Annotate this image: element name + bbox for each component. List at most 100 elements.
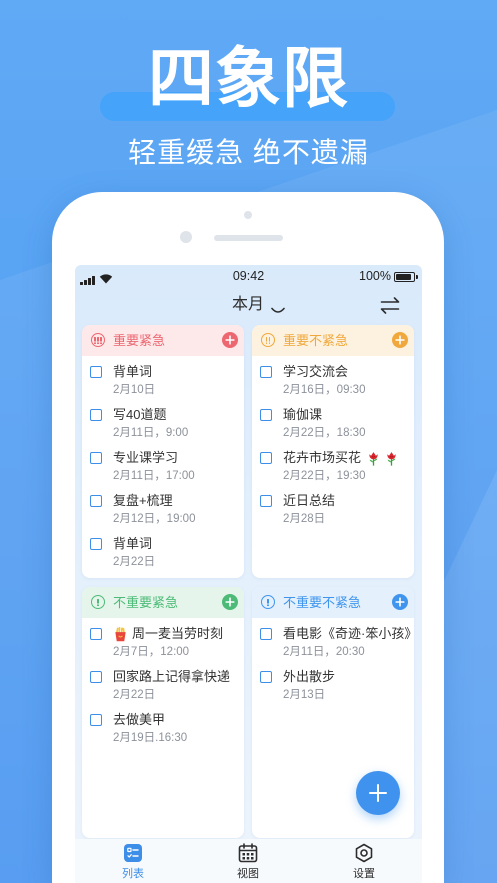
tab-label: 视图: [237, 868, 259, 880]
task-date: 2月22日，18:30: [283, 427, 366, 439]
task-title: 专业课学习: [113, 449, 244, 467]
exclamation-circle-icon: [261, 595, 275, 609]
task-title-text: 写40道题: [113, 407, 167, 422]
promo-title: 四象限: [148, 41, 349, 115]
task-title: 花卉市场买花: [283, 449, 414, 467]
task-item[interactable]: 复盘+梳理 2月12日，19:00: [82, 492, 244, 535]
task-checkbox[interactable]: [90, 538, 102, 550]
task-checkbox[interactable]: [90, 628, 102, 640]
exclamation-circle-icon: [91, 333, 105, 347]
quadrant-header: 重要紧急: [82, 325, 244, 356]
quadrant-not-important-urgent: 不重要紧急 周一麦当劳时刻 2月7日，12:00 回家路上记得拿快递 2月22日 去做美…: [82, 587, 244, 838]
quadrant-header: 不重要紧急: [82, 587, 244, 618]
quadrant-title: 不重要紧急: [113, 595, 179, 610]
task-item[interactable]: 背单词 2月22日: [82, 535, 244, 578]
task-title: 近日总结: [283, 492, 414, 510]
task-checkbox[interactable]: [260, 495, 272, 507]
promo-subtitle: 轻重缓急 绝不遗漏: [128, 137, 369, 168]
task-checkbox[interactable]: [260, 366, 272, 378]
task-checkbox[interactable]: [260, 671, 272, 683]
task-date: 2月10日: [113, 384, 156, 396]
task-checkbox[interactable]: [90, 495, 102, 507]
task-list: 看电影《奇迹·笨小孩》 2月11日，20:30 外出散步 2月13日: [252, 618, 414, 711]
task-item[interactable]: 背单词 2月10日: [82, 363, 244, 406]
task-checkbox[interactable]: [90, 452, 102, 464]
task-title-text: 外出散步: [283, 669, 336, 684]
task-checkbox[interactable]: [90, 366, 102, 378]
task-title-text: 去做美甲: [113, 712, 166, 727]
task-title: 回家路上记得拿快递: [113, 668, 244, 686]
task-item[interactable]: 瑜伽课 2月22日，18:30: [252, 406, 414, 449]
task-checkbox[interactable]: [260, 409, 272, 421]
task-checkbox[interactable]: [90, 714, 102, 726]
task-list: 周一麦当劳时刻 2月7日，12:00 回家路上记得拿快递 2月22日 去做美甲 2月19日…: [82, 618, 244, 754]
exclamation-mark: [100, 336, 102, 344]
add-task-button[interactable]: [222, 594, 238, 610]
add-task-button[interactable]: [392, 332, 408, 348]
exclamation-mark: [97, 598, 99, 606]
exclamation-mark: [265, 336, 268, 344]
task-title-text: 看电影《奇迹·笨小孩》: [283, 626, 414, 641]
task-title-text: 背单词: [113, 536, 153, 551]
task-title-text: 瑜伽课: [283, 407, 323, 422]
task-date: 2月22日: [113, 556, 156, 568]
task-title: 看电影《奇迹·笨小孩》: [283, 625, 414, 643]
quadrant-title: 不重要不紧急: [283, 595, 362, 610]
tab-label: 设置: [353, 868, 375, 880]
exclamation-circle-icon: [261, 333, 275, 347]
task-list: 背单词 2月10日写40道题 2月11日，9:00 专业课学习 2月11日，17:00 复…: [82, 356, 244, 578]
task-item[interactable]: 周一麦当劳时刻 2月7日，12:00: [82, 625, 244, 668]
task-item[interactable]: 去做美甲 2月19日.16:30: [82, 711, 244, 754]
task-title: 复盘+梳理: [113, 492, 244, 510]
exclamation-mark: [268, 336, 271, 344]
tab-view[interactable]: 视图: [218, 839, 278, 883]
quadrant-title: 重要不紧急: [283, 333, 349, 348]
period-selector[interactable]: 本月: [232, 295, 264, 315]
task-title: 背单词: [113, 363, 244, 381]
task-title-text: 复盘+梳理: [113, 493, 173, 508]
task-title-text: 近日总结: [283, 493, 336, 508]
task-title: 背单词: [113, 535, 244, 553]
task-item[interactable]: 看电影《奇迹·笨小孩》 2月11日，20:30: [252, 625, 414, 668]
task-title: 写40道题: [113, 406, 244, 424]
task-checkbox[interactable]: [90, 671, 102, 683]
task-checkbox[interactable]: [260, 628, 272, 640]
quadrant-header: 重要不紧急: [252, 325, 414, 356]
rose-icon: [366, 451, 381, 466]
swap-arrows-icon[interactable]: [380, 297, 400, 314]
task-item[interactable]: 回家路上记得拿快递 2月22日: [82, 668, 244, 711]
quadrant-title: 重要紧急: [113, 333, 166, 348]
task-item[interactable]: 花卉市场买花 2月22日，19:30: [252, 449, 414, 492]
quadrant-grid: 重要紧急 背单词 2月10日写40道题 2月11日，9:00 专业课学习 2月11日，1…: [82, 325, 414, 838]
plus-circle-icon: [222, 332, 238, 348]
task-date: 2月7日，12:00: [113, 646, 190, 658]
task-title-text: 回家路上记得拿快递: [113, 669, 231, 684]
task-date: 2月11日，17:00: [113, 470, 195, 482]
task-item[interactable]: 写40道题 2月11日，9:00: [82, 406, 244, 449]
task-item[interactable]: 学习交流会 2月16日，09:30: [252, 363, 414, 406]
task-title: 外出散步: [283, 668, 414, 686]
task-item[interactable]: 专业课学习 2月11日，17:00: [82, 449, 244, 492]
exclamation-circle-icon: [91, 595, 105, 609]
task-date: 2月11日，20:30: [283, 646, 365, 658]
task-title-text: 周一麦当劳时刻: [132, 626, 224, 641]
task-item[interactable]: 近日总结 2月28日: [252, 492, 414, 535]
plus-circle-icon: [392, 332, 408, 348]
add-task-button[interactable]: [222, 332, 238, 348]
list-icon: [123, 843, 143, 863]
tab-settings[interactable]: 设置: [334, 839, 394, 883]
task-title: 周一麦当劳时刻: [113, 625, 244, 643]
task-title: 去做美甲: [113, 711, 244, 729]
chevron-down-icon[interactable]: [271, 302, 285, 320]
add-task-fab[interactable]: [356, 771, 400, 815]
add-task-button[interactable]: [392, 594, 408, 610]
task-item[interactable]: 外出散步 2月13日: [252, 668, 414, 711]
tab-label: 列表: [122, 868, 144, 880]
calendar-icon: [238, 843, 258, 863]
task-title: 学习交流会: [283, 363, 414, 381]
tab-bar: 列表 视图 设置: [75, 839, 422, 883]
task-checkbox[interactable]: [90, 409, 102, 421]
task-checkbox[interactable]: [260, 452, 272, 464]
tab-list[interactable]: 列表: [103, 839, 163, 883]
rose-icon: [384, 451, 399, 466]
